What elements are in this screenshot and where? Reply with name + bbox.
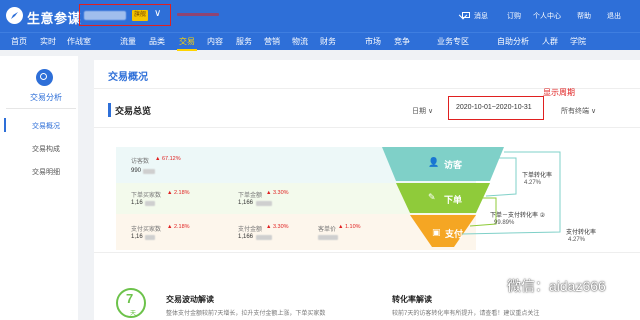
conversion-order-pay-value: 99.89%: [494, 220, 515, 226]
trade-funnel: [382, 147, 561, 247]
watermark: 微信：aidaz666: [507, 278, 606, 294]
funnel-label-visit: 访客: [444, 160, 463, 170]
conversion-pay-value: 4.27%: [568, 237, 586, 243]
hammer-icon: ✎: [428, 192, 436, 202]
conversion-pay-label: 支付转化率: [566, 230, 597, 236]
days-number: 7: [126, 291, 134, 306]
conversion-order-pay-label: 下单－支付转化率 ②: [490, 213, 546, 219]
funnel-stage-visit: [382, 147, 504, 181]
funnel-label-order: 下单: [444, 195, 463, 205]
fluctuation-text: 整体支付金额较前7天增长，拉升支付金额上涨，下单买家数: [166, 311, 326, 317]
wallet-icon: ▣: [432, 227, 441, 237]
conversion-text: 较前7天的访客转化率有所提升，请查看！建议重点关注: [392, 311, 540, 317]
fluctuation-title: 交易波动解读: [166, 295, 214, 304]
funnel-label-pay: 支付: [445, 229, 464, 239]
conversion-order-label: 下单转化率: [522, 173, 553, 179]
user-icon: 👤: [428, 157, 440, 167]
funnel-stage-order: [396, 183, 490, 213]
conversion-order-value: 4.27%: [524, 180, 542, 186]
funnel-stage-pay: [410, 215, 476, 247]
conversion-title: 转化率解读: [392, 295, 432, 304]
days-unit: 天: [130, 311, 137, 317]
bottom-divider: [94, 252, 640, 253]
